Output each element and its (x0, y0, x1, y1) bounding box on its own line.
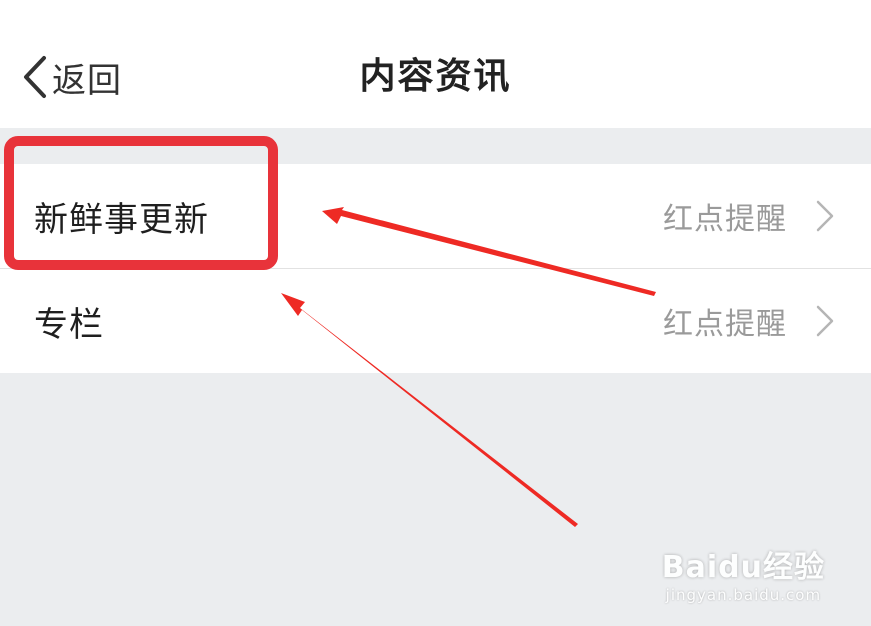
chevron-right-icon (815, 199, 835, 233)
watermark-logo: Baidu经验 (661, 550, 825, 585)
settings-list: 新鲜事更新 红点提醒 专栏 红点提醒 (0, 164, 871, 373)
row-label: 专栏 (34, 304, 104, 345)
row-label: 新鲜事更新 (34, 199, 209, 240)
watermark-url: jingyan.baidu.com (665, 586, 822, 604)
list-item-column[interactable]: 专栏 红点提醒 (0, 268, 871, 373)
navigation-bar: 返回 内容资讯 (0, 0, 871, 128)
chevron-right-icon (815, 304, 835, 338)
row-value: 红点提醒 (663, 307, 787, 342)
page-title: 内容资讯 (359, 56, 512, 97)
list-item-fresh-news-update[interactable]: 新鲜事更新 红点提醒 (0, 164, 871, 268)
watermark: Baidu经验 jingyan.baidu.com (662, 542, 825, 604)
row-value: 红点提醒 (663, 202, 787, 237)
